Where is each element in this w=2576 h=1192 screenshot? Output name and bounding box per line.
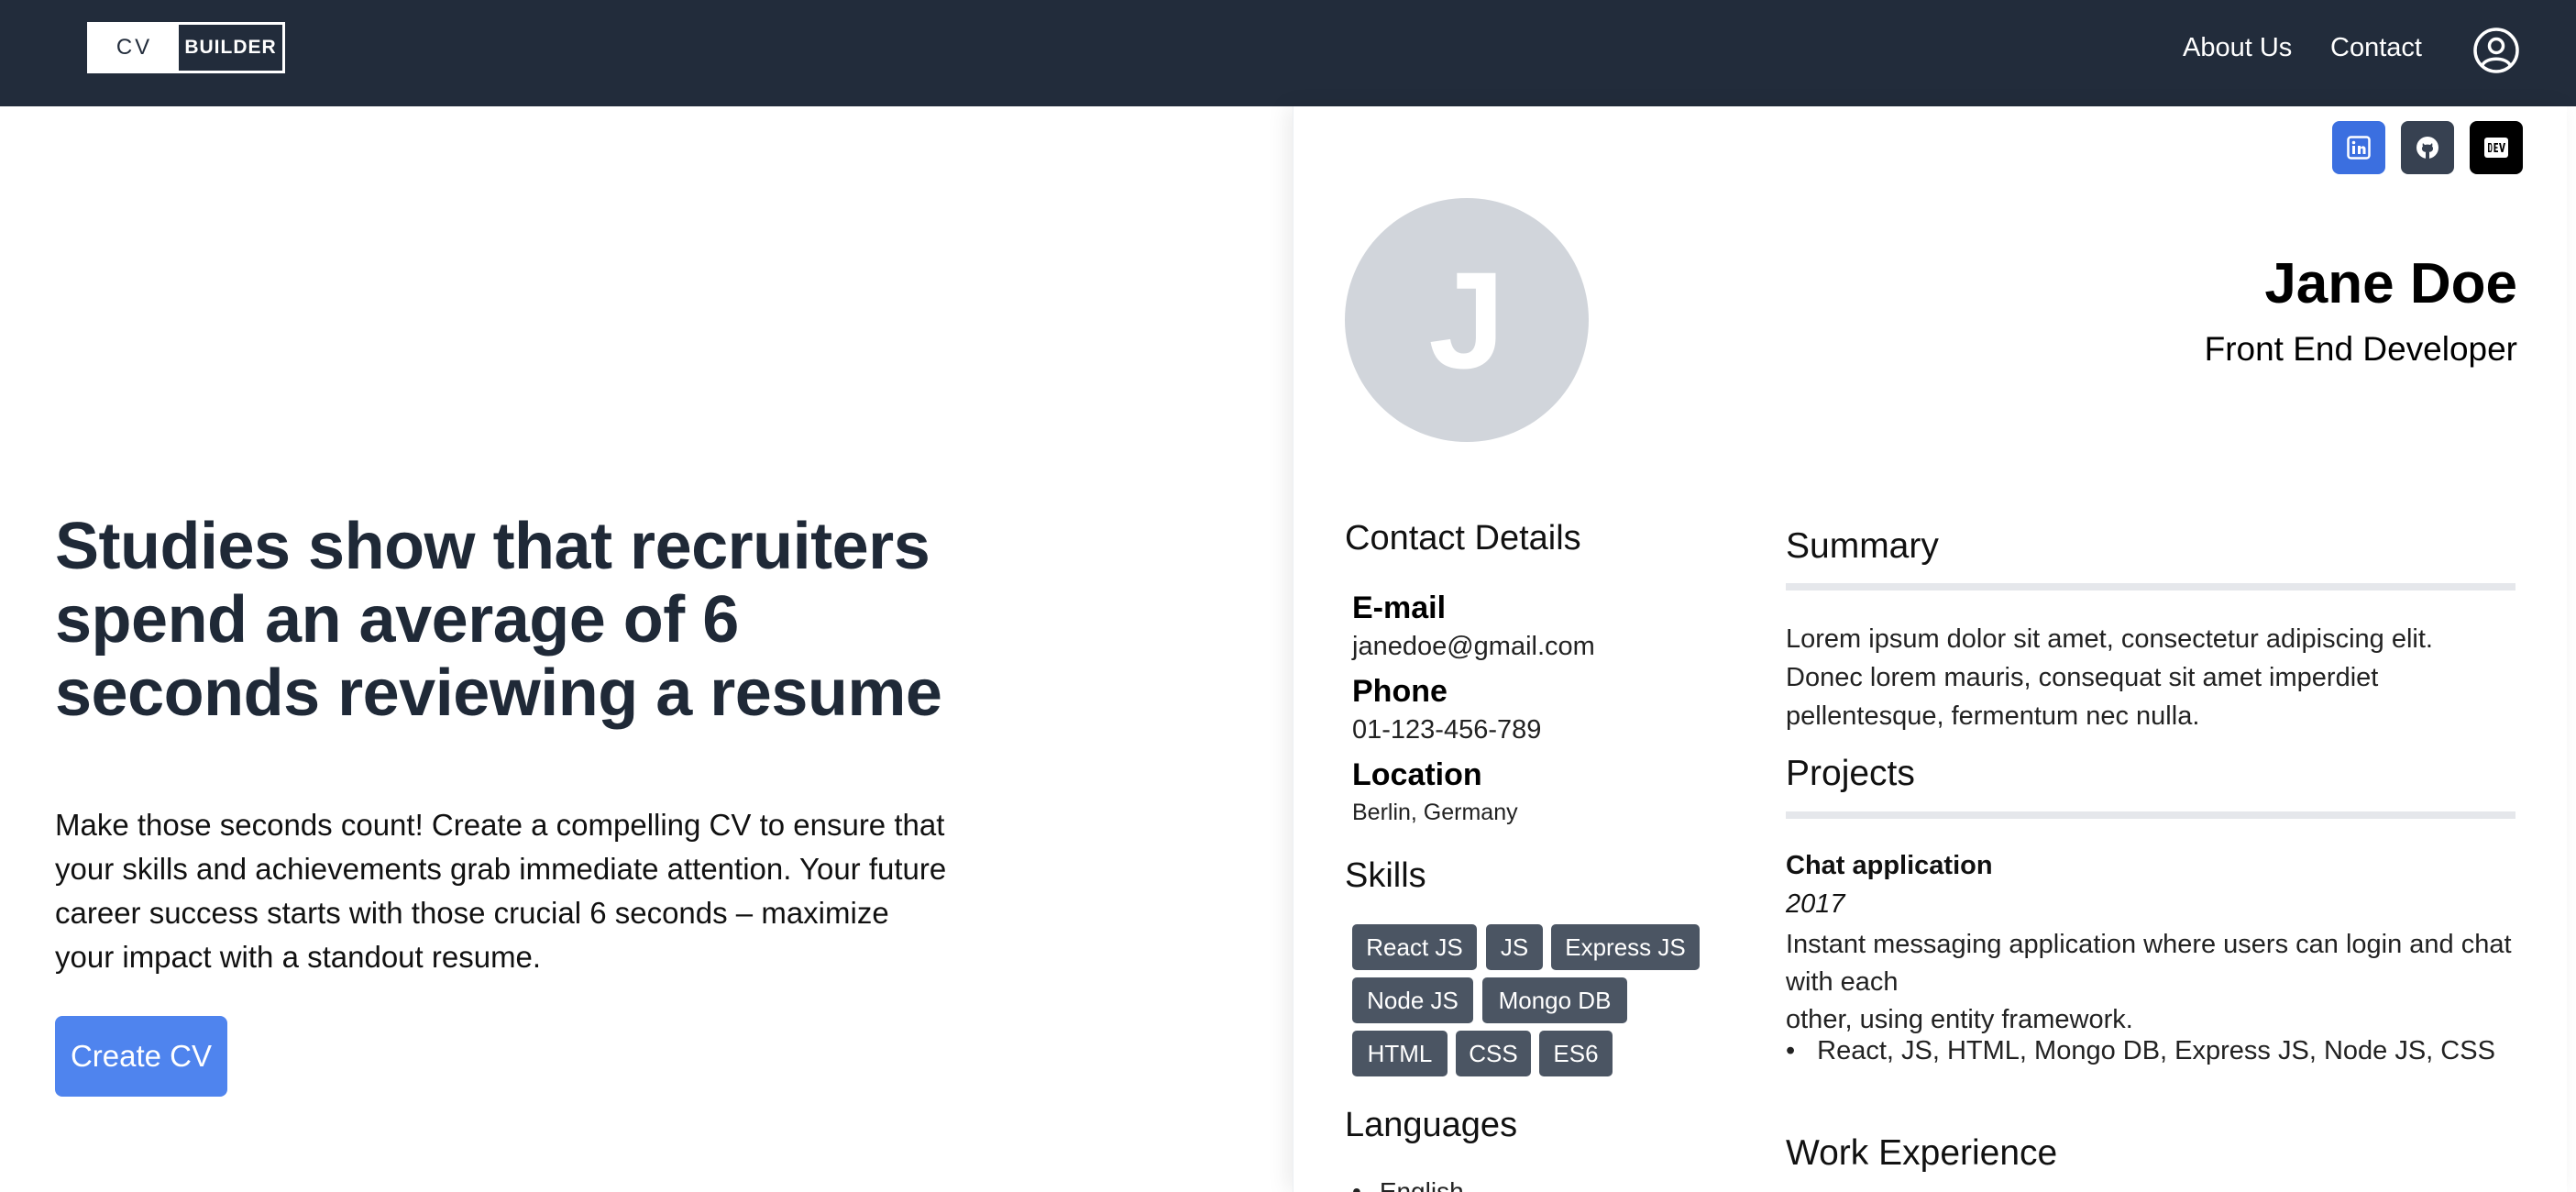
create-cv-button[interactable]: Create CV: [55, 1016, 227, 1097]
navbar: CV BUILDER About Us Contact: [0, 0, 2576, 106]
phone-value: 01-123-456-789: [1352, 715, 1542, 745]
skill-tag: Express JS: [1551, 924, 1700, 970]
location-value: Berlin, Germany: [1352, 800, 1518, 825]
hero-text: Make those seconds count! Create a compe…: [55, 808, 947, 974]
cv-role: Front End Developer: [2204, 330, 2517, 368]
skill-tag: Mongo DB: [1482, 977, 1627, 1023]
github-icon: [2416, 137, 2438, 159]
dev-button[interactable]: [2470, 121, 2523, 174]
github-button[interactable]: [2401, 121, 2454, 174]
nav-about-us-link[interactable]: About Us: [2183, 29, 2292, 66]
summary-heading: Summary: [1786, 526, 1939, 566]
avatar: J: [1345, 198, 1589, 442]
skill-tag: CSS: [1456, 1031, 1531, 1076]
hero-title: Studies show that recruiters spend an av…: [55, 510, 942, 730]
language-item: English: [1352, 1177, 1464, 1192]
skill-tag: React JS: [1352, 924, 1477, 970]
skill-tag: Node JS: [1352, 977, 1473, 1023]
email-label: E-mail: [1352, 590, 1447, 625]
email-value: janedoe@gmail.com: [1352, 632, 1595, 661]
phone-label: Phone: [1352, 674, 1448, 709]
contact-details-heading: Contact Details: [1345, 519, 1581, 557]
dev-icon: [2484, 138, 2508, 158]
project-year: 2017: [1786, 889, 1845, 919]
summary-divider: [1786, 583, 2515, 590]
linkedin-button[interactable]: [2332, 121, 2385, 174]
logo[interactable]: CV BUILDER: [87, 22, 285, 73]
project-title: Chat application: [1786, 851, 1993, 880]
work-experience-heading: Work Experience: [1786, 1133, 2058, 1173]
skill-tag: JS: [1486, 924, 1543, 970]
skill-tag: ES6: [1539, 1031, 1613, 1076]
skills-heading: Skills: [1345, 856, 1426, 895]
location-label: Location: [1352, 757, 1482, 792]
logo-builder: BUILDER: [184, 37, 277, 58]
cv-preview: J Jane Doe Front End Developer Contact D…: [1293, 106, 2567, 1192]
project-tech-item: React, JS, HTML, Mongo DB, Express JS, N…: [1786, 1036, 2495, 1066]
summary-text: Lorem ipsum dolor sit amet, consectetur …: [1786, 624, 2433, 731]
project-description: Instant messaging application where user…: [1786, 930, 2512, 1034]
projects-heading: Projects: [1786, 754, 1915, 793]
projects-divider: [1786, 811, 2515, 819]
user-circle-icon[interactable]: [2472, 27, 2520, 74]
nav-contact-link[interactable]: Contact: [2330, 29, 2422, 66]
logo-cv: CV: [90, 25, 179, 71]
cv-name: Jane Doe: [2264, 252, 2517, 315]
skill-tag: HTML: [1352, 1031, 1448, 1076]
languages-heading: Languages: [1345, 1106, 1518, 1144]
linkedin-icon: [2347, 136, 2371, 160]
